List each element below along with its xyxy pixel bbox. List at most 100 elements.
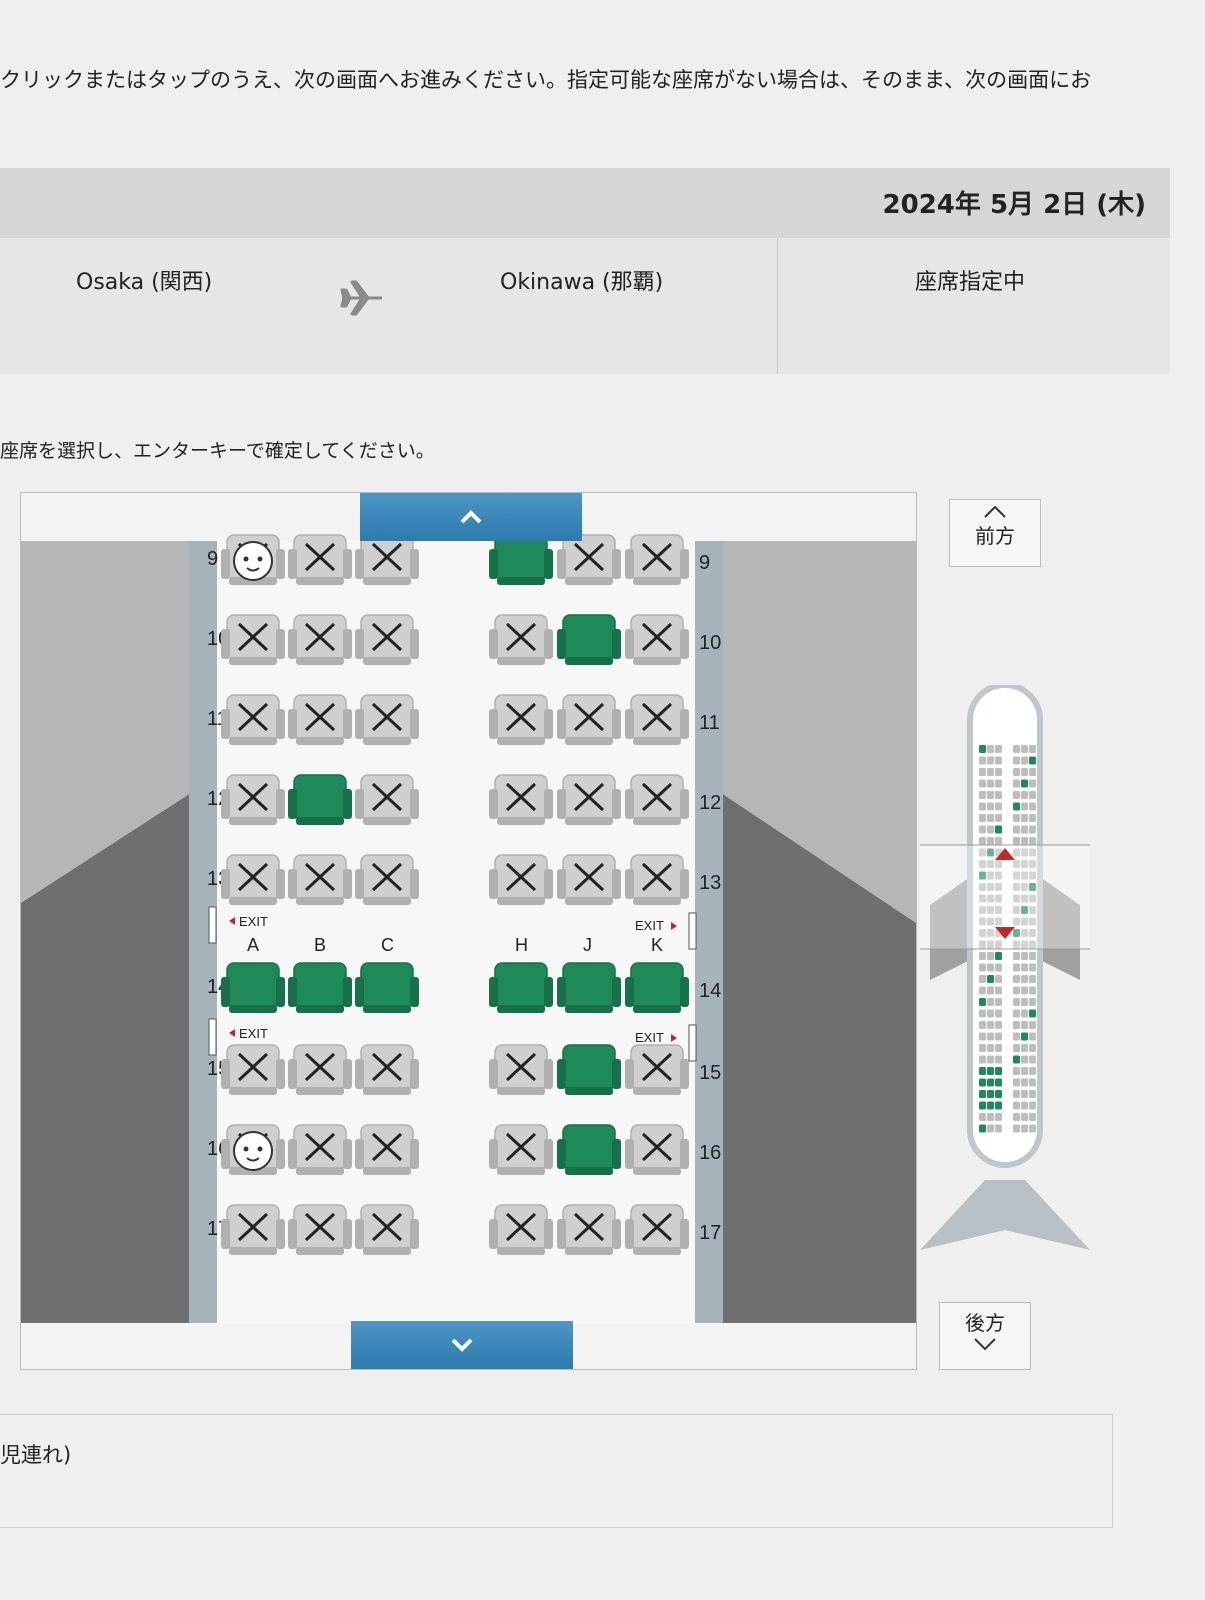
- overview-seat: [995, 825, 1002, 834]
- overview-seat: [1013, 986, 1020, 995]
- seat-column-letter: B: [314, 935, 326, 955]
- origin-airport: Osaka (関西): [76, 270, 213, 295]
- overview-seat: [1021, 1055, 1028, 1064]
- row-number: 16: [699, 1142, 721, 1164]
- overview-seat: [1021, 1101, 1028, 1110]
- backward-button[interactable]: 後方: [939, 1302, 1031, 1370]
- overview-tail: [920, 1180, 1090, 1250]
- overview-seat: [1029, 998, 1036, 1006]
- overview-seat: [987, 837, 994, 845]
- overview-seat: [1021, 768, 1028, 776]
- overview-seat: [979, 1090, 986, 1098]
- forward-button[interactable]: 前方: [949, 499, 1041, 567]
- seat-11B: [288, 694, 352, 745]
- overview-seat: [1021, 756, 1028, 765]
- seat-13B: [288, 854, 352, 905]
- overview-seat: [995, 1044, 1002, 1052]
- overview-seat: [987, 1113, 994, 1121]
- scroll-up-button[interactable]: [360, 493, 582, 541]
- overview-seat: [1029, 814, 1036, 822]
- overview-seat: [1013, 779, 1020, 788]
- row-number: 14: [699, 980, 721, 1002]
- seat-17B: [288, 1204, 352, 1255]
- status-label: 座席指定中: [915, 270, 1026, 295]
- seat-14H[interactable]: [489, 962, 553, 1013]
- overview-seat: [1013, 1021, 1020, 1029]
- overview-seat: [1013, 837, 1020, 845]
- overview-seat: [979, 1113, 986, 1121]
- overview-seat: [979, 1021, 986, 1029]
- seat-9H[interactable]: [489, 534, 553, 585]
- seat-16K: [625, 1124, 689, 1175]
- overview-seat: [979, 986, 986, 995]
- overview-seat: [1029, 1021, 1036, 1029]
- overview-seat: [995, 779, 1002, 788]
- seat-14K[interactable]: [625, 962, 689, 1013]
- overview-seat: [979, 1044, 986, 1052]
- overview-seat: [1029, 975, 1036, 983]
- overview-seat: [979, 745, 986, 753]
- row-number: 15: [699, 1062, 721, 1084]
- legend-panel: 児連れ): [0, 1414, 1113, 1528]
- seat-15J[interactable]: [557, 1044, 621, 1095]
- overview-seat: [987, 779, 994, 788]
- legend-text: 児連れ): [0, 1443, 72, 1467]
- overview-seat: [1021, 963, 1028, 972]
- seat-13J: [557, 854, 621, 905]
- scroll-down-button[interactable]: [351, 1321, 573, 1369]
- overview-seat: [979, 1101, 986, 1110]
- overview-seat: [995, 986, 1002, 995]
- overview-seat: [979, 1078, 986, 1087]
- divider: [777, 238, 778, 374]
- seat-13H: [489, 854, 553, 905]
- overview-seat: [1021, 1032, 1028, 1041]
- exit-door-marker: [208, 906, 217, 944]
- overview-seat: [987, 1021, 994, 1029]
- overview-seat: [995, 837, 1002, 845]
- overview-seat: [987, 745, 994, 753]
- overview-seat: [1029, 779, 1036, 788]
- overview-seat: [987, 986, 994, 995]
- seat-16A: [221, 1124, 285, 1175]
- overview-seat: [1013, 1078, 1020, 1087]
- row-number: 9: [207, 548, 218, 570]
- aircraft-overview-map[interactable]: [920, 685, 1090, 1275]
- overview-seat: [987, 1124, 994, 1133]
- overview-seat: [1029, 1101, 1036, 1110]
- overview-seat: [995, 1067, 1002, 1075]
- seat-14J[interactable]: [557, 962, 621, 1013]
- overview-seat: [987, 768, 994, 776]
- seat-16J[interactable]: [557, 1124, 621, 1175]
- overview-seat: [1029, 1113, 1036, 1121]
- overview-seat: [1021, 745, 1028, 753]
- seat-15A: [221, 1044, 285, 1095]
- overview-seat: [1029, 825, 1036, 834]
- overview-seat: [1013, 825, 1020, 834]
- overview-seat: [1013, 1101, 1020, 1110]
- seat-14C[interactable]: [355, 962, 419, 1013]
- overview-seat: [1021, 1090, 1028, 1098]
- seat-10J[interactable]: [557, 614, 621, 665]
- overview-seat: [1021, 1009, 1028, 1018]
- overview-seat: [995, 1101, 1002, 1110]
- overview-seat: [987, 1032, 994, 1041]
- overview-seat: [987, 998, 994, 1006]
- seat-14A[interactable]: [221, 962, 285, 1013]
- destination-airport: Okinawa (那覇): [500, 270, 664, 295]
- seat-12B[interactable]: [288, 774, 352, 825]
- overview-seat: [979, 802, 986, 811]
- seat-column-letter: C: [381, 935, 394, 955]
- exit-door-marker: [208, 1018, 217, 1056]
- overview-seat: [995, 998, 1002, 1006]
- overview-seat: [1029, 986, 1036, 995]
- overview-seat: [1029, 1124, 1036, 1133]
- seat-12A: [221, 774, 285, 825]
- baby-icon: [233, 1131, 273, 1171]
- seat-14B[interactable]: [288, 962, 352, 1013]
- overview-seat: [1021, 825, 1028, 834]
- seat-17C: [355, 1204, 419, 1255]
- row-number: 10: [699, 632, 721, 654]
- seat-10K: [625, 614, 689, 665]
- seat-15B: [288, 1044, 352, 1095]
- overview-seat: [1021, 814, 1028, 822]
